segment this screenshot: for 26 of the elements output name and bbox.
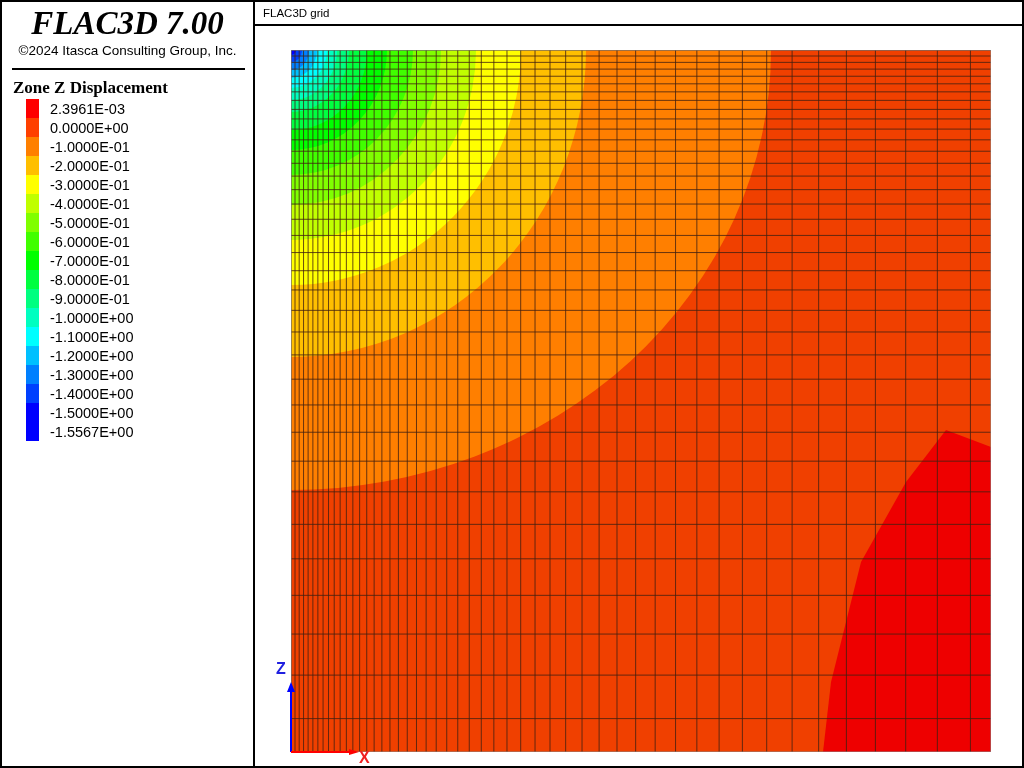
legend-label: -2.0000E-01 <box>50 157 130 174</box>
z-axis-arrow <box>287 682 295 753</box>
legend-label: -3.0000E-01 <box>50 176 130 193</box>
legend-label: -1.0000E+00 <box>50 309 134 326</box>
z-axis-label: Z <box>276 660 286 678</box>
app-title: FLAC3D 7.00 <box>30 5 225 41</box>
view-title: FLAC3D grid <box>263 7 330 19</box>
x-axis-label: X <box>359 749 370 767</box>
legend-title: Zone Z Displacement <box>13 78 168 98</box>
x-axis-arrow <box>290 749 359 755</box>
legend-label: -1.1000E+00 <box>50 328 134 345</box>
legend-label: -1.3000E+00 <box>50 366 134 383</box>
legend-label: -4.0000E-01 <box>50 195 130 212</box>
legend-label: -1.2000E+00 <box>50 347 134 364</box>
legend-label: -8.0000E-01 <box>50 271 130 288</box>
legend-label: -7.0000E-01 <box>50 252 130 269</box>
legend-label: 2.3961E-03 <box>50 100 125 117</box>
legend-label: -1.5000E+00 <box>50 404 134 421</box>
legend-label: -6.0000E-01 <box>50 233 130 250</box>
legend-label: -1.0000E-01 <box>50 138 130 155</box>
legend-label: -1.4000E+00 <box>50 385 134 402</box>
legend-label: -5.0000E-01 <box>50 214 130 231</box>
legend-label: 0.0000E+00 <box>50 119 129 136</box>
legend-label: -9.0000E-01 <box>50 290 130 307</box>
copyright-text: ©2024 Itasca Consulting Group, Inc. <box>17 43 238 58</box>
legend-label: -1.5567E+00 <box>50 423 134 440</box>
